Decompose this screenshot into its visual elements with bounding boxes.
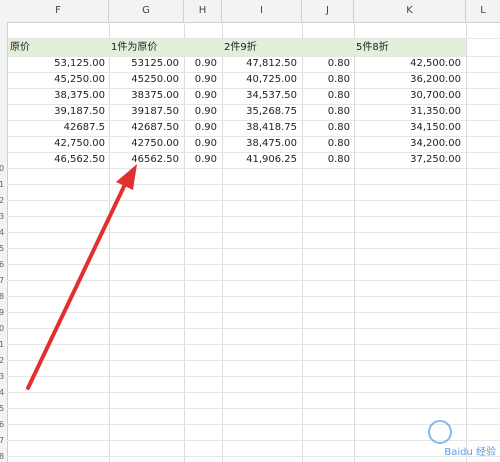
paw-logo-icon bbox=[428, 420, 452, 444]
baidu-watermark: Baidu 经验 bbox=[400, 420, 496, 460]
arrow-head bbox=[116, 164, 137, 190]
watermark-text: Baidu 经验 bbox=[444, 447, 496, 458]
spreadsheet-view: F G H I J K L 0 1 2 3 4 5 6 7 8 9 0 1 2 … bbox=[0, 0, 500, 462]
annotation-arrow bbox=[26, 164, 137, 390]
arrow-shaft bbox=[26, 176, 130, 390]
